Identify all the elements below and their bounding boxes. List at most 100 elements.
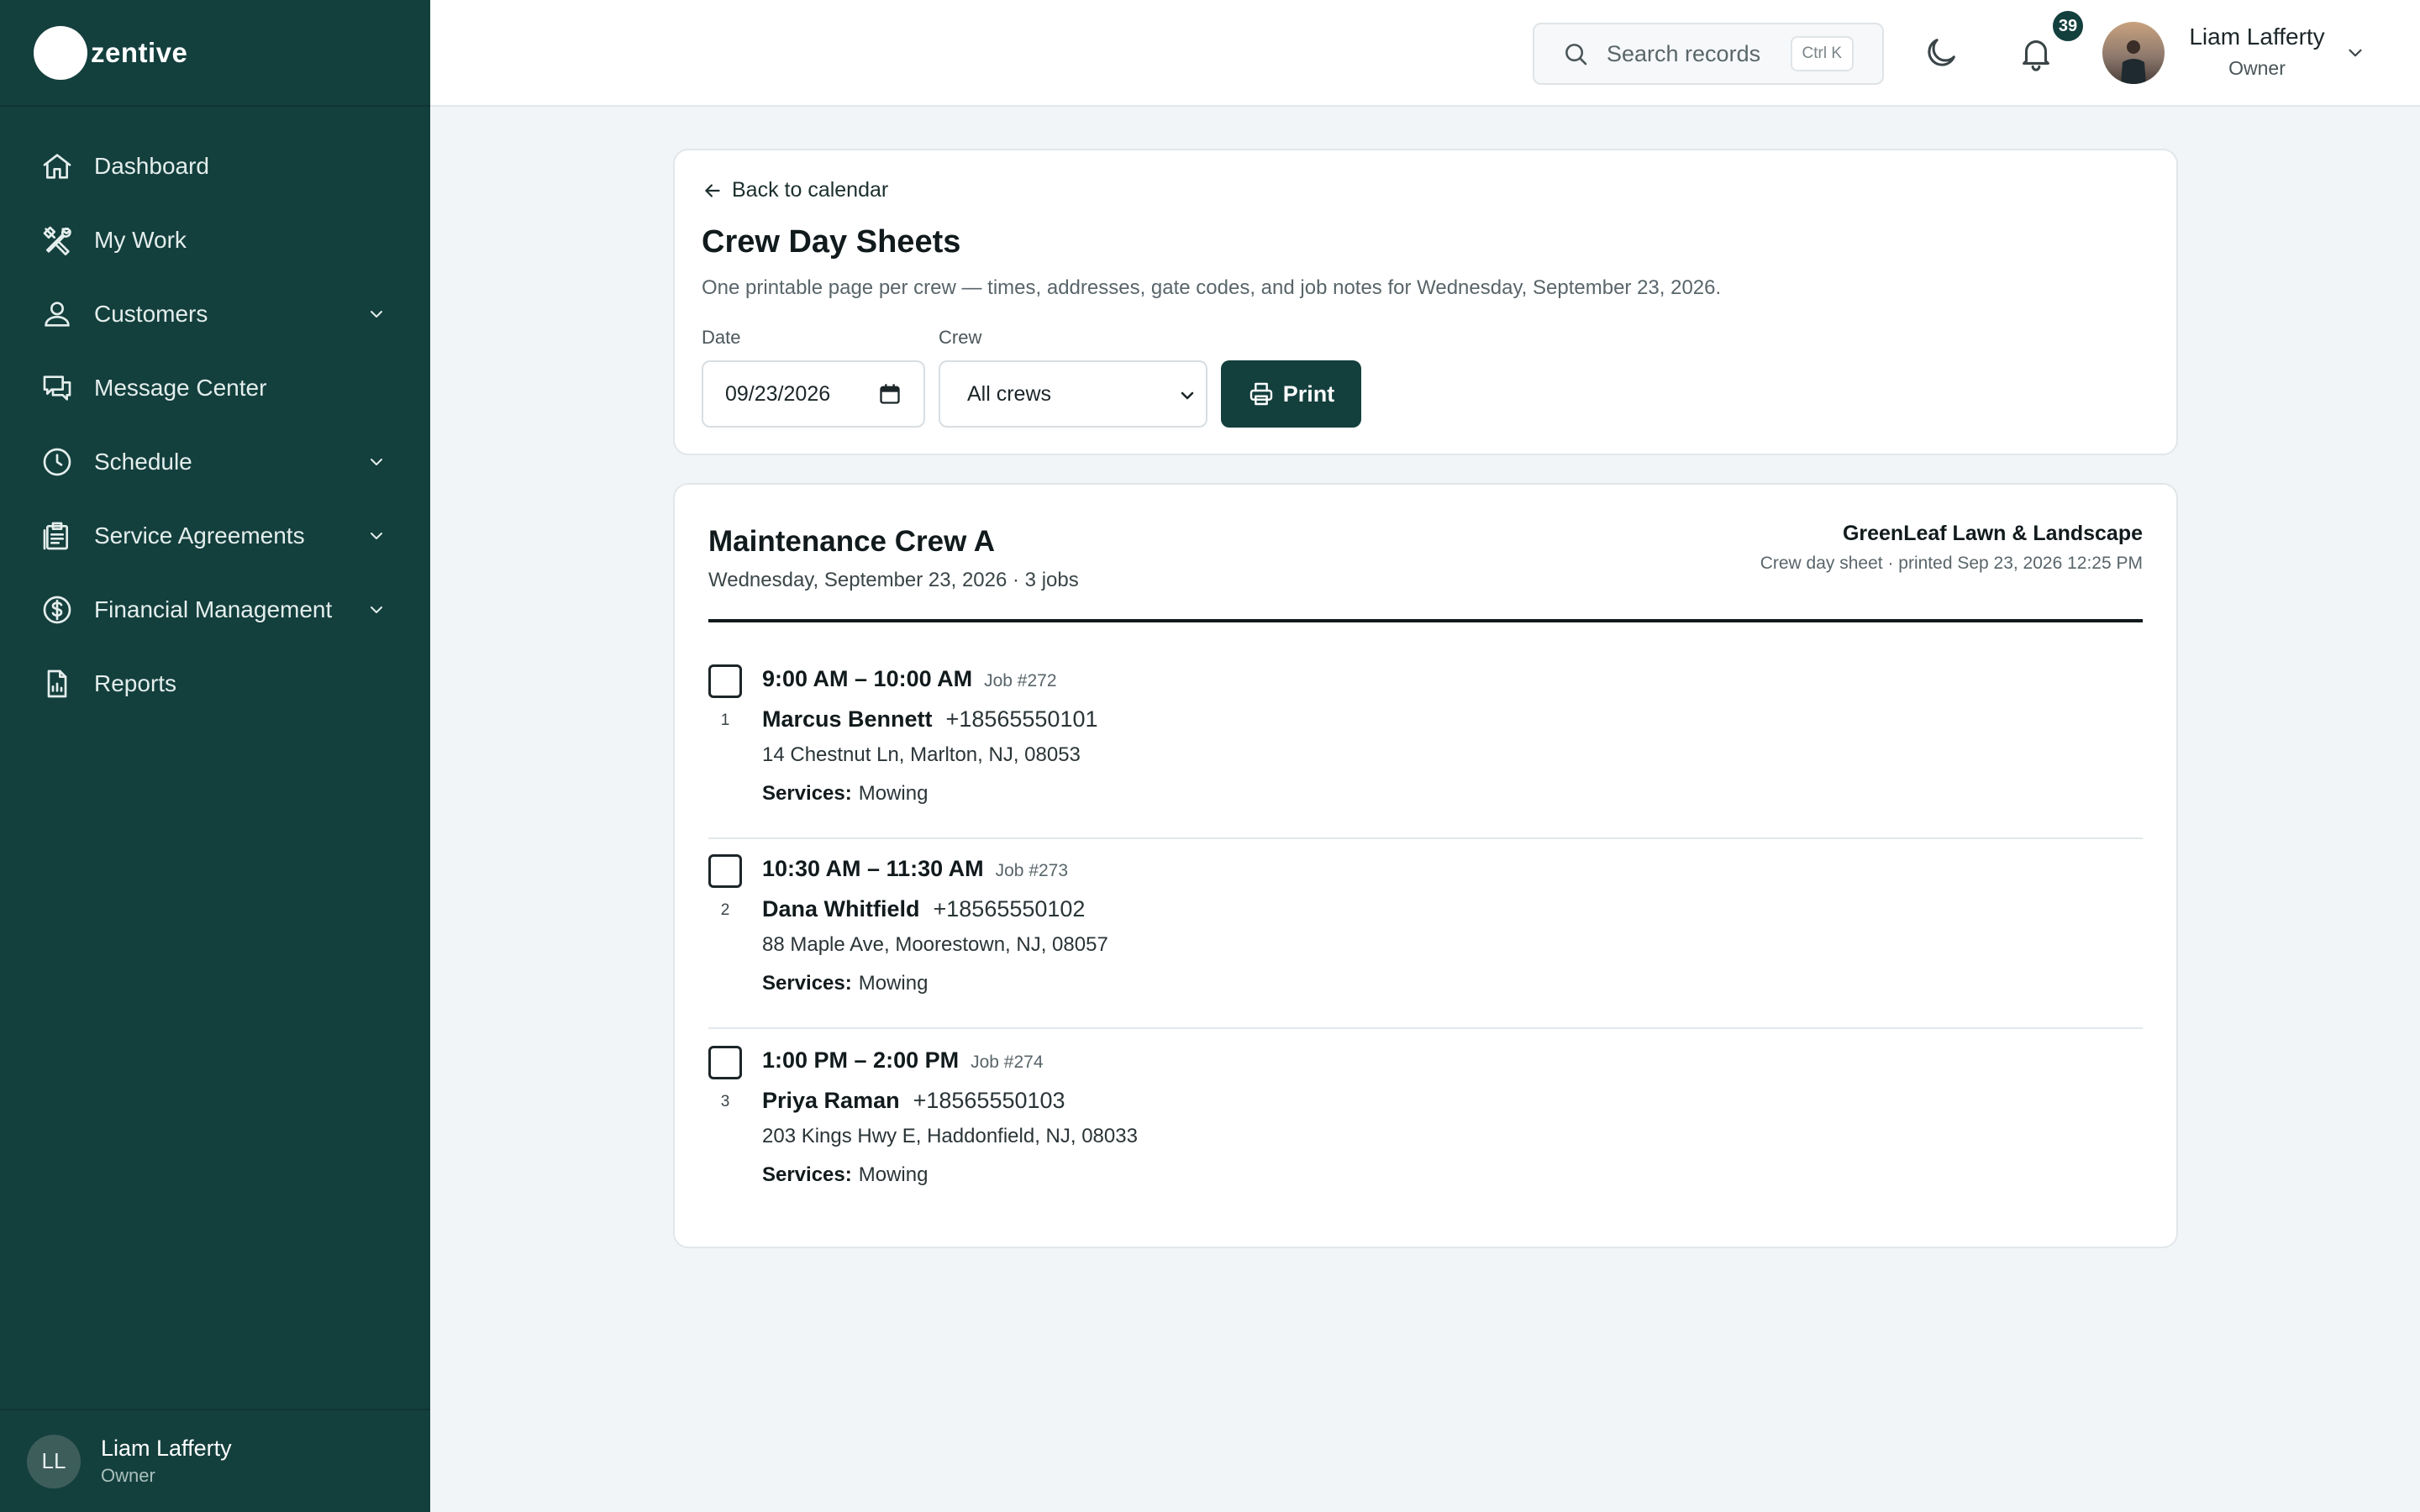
job-id: Job #273	[995, 861, 1069, 880]
job-id: Job #274	[971, 1053, 1044, 1072]
sidebar-item-schedule[interactable]: Schedule	[0, 425, 430, 499]
sidebar-item-label: Service Agreements	[94, 522, 305, 549]
logo-mark	[34, 25, 87, 80]
sidebar-item-message-center[interactable]: Message Center	[0, 351, 430, 425]
user-avatar[interactable]	[2102, 22, 2165, 84]
chevron-down-icon[interactable]	[366, 600, 387, 620]
services-value: Mowing	[858, 972, 929, 995]
client-name: Dana Whitfield	[762, 896, 920, 921]
user-menu[interactable]: Liam Lafferty Owner	[2183, 24, 2331, 80]
sidebar-user-profile[interactable]: LL Liam Lafferty Owner	[0, 1409, 430, 1512]
job-client: Dana Whitfield +18565550102	[762, 896, 1085, 922]
job-checkbox[interactable]	[708, 1046, 742, 1079]
job-time: 10:30 AM – 11:30 AM Job #273	[762, 856, 1068, 882]
sidebar-item-label: Reports	[94, 670, 177, 696]
chevron-down-icon[interactable]	[366, 304, 387, 324]
divider	[708, 619, 2143, 622]
avatar: LL	[27, 1434, 81, 1488]
job-number: 1	[720, 711, 730, 729]
arrow-left-icon	[705, 183, 720, 197]
job-id: Job #272	[984, 671, 1057, 690]
services-value: Mowing	[858, 1163, 929, 1186]
user-name: Liam Lafferty	[2189, 24, 2325, 50]
notifications-button[interactable]	[2017, 34, 2055, 72]
job-checkbox[interactable]	[708, 854, 742, 888]
job-client: Marcus Bennett +18565550101	[762, 706, 1098, 732]
print-button-label: Print	[1282, 381, 1335, 407]
sidebar-user-info: Liam Lafferty Owner	[101, 1436, 232, 1487]
job-item: 2 10:30 AM – 11:30 AM Job #273 Dana Whitf…	[708, 839, 2143, 1029]
job-time-range: 10:30 AM – 11:30 AM	[762, 856, 984, 881]
search-shortcut-hint: Ctrl K	[1790, 36, 1854, 71]
sidebar-item-label: My Work	[94, 227, 187, 253]
notification-badge: 39	[2050, 8, 2086, 44]
report-icon	[40, 667, 74, 701]
crew-meta: Wednesday, September 23, 2026 · 3 jobs	[708, 569, 1079, 591]
job-time-range: 9:00 AM – 10:00 AM	[762, 666, 973, 691]
home-icon	[40, 150, 74, 183]
job-time-range: 1:00 PM – 2:00 PM	[762, 1047, 960, 1073]
sidebar-item-financial-management[interactable]: Financial Management	[0, 573, 430, 647]
sidebar-item-label: Schedule	[94, 449, 192, 475]
dollar-icon	[40, 593, 74, 627]
brand-name: zentive	[91, 36, 188, 68]
job-address: 14 Chestnut Ln, Marlton, NJ, 08053	[762, 743, 1081, 766]
user-role: Owner	[2228, 57, 2286, 79]
crew-select[interactable]: All crews	[939, 360, 1207, 428]
sidebar-user-role: Owner	[101, 1465, 155, 1486]
print-button[interactable]: Print	[1221, 360, 1361, 428]
client-name: Marcus Bennett	[762, 706, 933, 732]
job-item: 3 1:00 PM – 2:00 PM Job #274 Priya Raman +…	[708, 1031, 2143, 1221]
job-services: Services: Mowing	[762, 1163, 928, 1187]
search-input[interactable]: Search records Ctrl K	[1533, 23, 1884, 85]
crew-day-sheet-card: Maintenance Crew A Wednesday, September …	[673, 483, 2178, 1248]
theme-toggle-button[interactable]	[1922, 34, 1960, 72]
date-value: 09/23/2026	[725, 381, 831, 406]
client-phone: +18565550102	[933, 896, 1086, 921]
client-phone: +18565550103	[913, 1088, 1065, 1113]
services-label: Services:	[762, 782, 852, 805]
back-to-calendar-link[interactable]: Back to calendar	[702, 178, 888, 202]
sidebar-item-customers[interactable]: Customers	[0, 277, 430, 351]
chevron-down-icon[interactable]	[2344, 42, 2366, 64]
company-name: GreenLeaf Lawn & Landscape	[1842, 522, 2143, 545]
users-icon	[40, 297, 74, 331]
services-label: Services:	[762, 1163, 852, 1186]
crew-name: Maintenance Crew A	[708, 525, 996, 558]
date-label: Date	[702, 327, 741, 348]
clipboard-icon	[40, 519, 74, 553]
job-address: 88 Maple Ave, Moorestown, NJ, 08057	[762, 933, 1108, 956]
chevron-down-icon[interactable]	[366, 526, 387, 546]
sidebar-user-name: Liam Lafferty	[101, 1436, 232, 1461]
client-name: Priya Raman	[762, 1088, 900, 1113]
sidebar-item-label: Dashboard	[94, 153, 209, 179]
clock-icon	[40, 445, 74, 479]
calendar-icon[interactable]	[878, 382, 902, 406]
sidebar-nav: Dashboard My Work Customers Message Cent…	[0, 107, 430, 721]
date-field[interactable]: 09/23/2026	[702, 360, 925, 428]
job-services: Services: Mowing	[762, 972, 928, 995]
sidebar-item-dashboard[interactable]: Dashboard	[0, 129, 430, 203]
crew-label: Crew	[939, 327, 982, 348]
job-client: Priya Raman +18565550103	[762, 1088, 1065, 1114]
printer-icon	[1249, 382, 1272, 406]
job-time: 1:00 PM – 2:00 PM Job #274	[762, 1047, 1044, 1074]
top-bar: Search records Ctrl K 39 Liam Lafferty O…	[430, 0, 2420, 107]
sidebar-item-label: Customers	[94, 301, 208, 327]
brand-logo[interactable]: zentive	[0, 0, 430, 107]
sidebar-item-service-agreements[interactable]: Service Agreements	[0, 499, 430, 573]
chevron-down-icon[interactable]	[366, 452, 387, 472]
crew-select-value: All crews	[967, 381, 1052, 406]
chat-icon	[40, 371, 74, 405]
job-checkbox[interactable]	[708, 664, 742, 698]
printed-timestamp: Crew day sheet · printed Sep 23, 2026 12…	[1760, 554, 2143, 573]
page-subtitle: One printable page per crew — times, add…	[702, 276, 1722, 299]
sidebar-item-my-work[interactable]: My Work	[0, 203, 430, 277]
sidebar-item-label: Message Center	[94, 375, 267, 401]
client-phone: +18565550101	[945, 706, 1098, 732]
tools-icon	[40, 223, 74, 257]
sidebar-item-reports[interactable]: Reports	[0, 647, 430, 721]
job-item: 1 9:00 AM – 10:00 AM Job #272 Marcus Benn…	[708, 649, 2143, 839]
job-time: 9:00 AM – 10:00 AM Job #272	[762, 666, 1057, 692]
services-label: Services:	[762, 972, 852, 995]
